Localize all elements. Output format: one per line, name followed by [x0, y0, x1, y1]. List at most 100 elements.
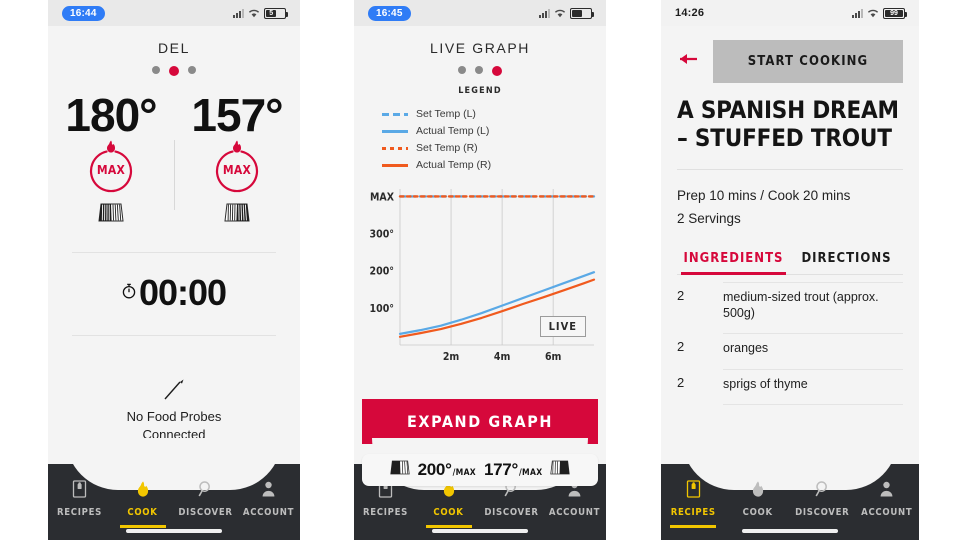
- zone-left-dial-label: MAX: [96, 163, 126, 177]
- nav-item-cook[interactable]: COOK: [417, 464, 480, 528]
- status-bar: 16:45: [354, 0, 606, 26]
- home-indicator: [432, 529, 528, 533]
- page-indicator[interactable]: [48, 66, 300, 76]
- recipe-screen-body: START COOKING A SPANISH DREAM – STUFFED …: [661, 26, 919, 540]
- svg-text:100°: 100°: [370, 303, 394, 315]
- tab-directions[interactable]: DIRECTIONS: [790, 251, 903, 274]
- nav-label-cook: COOK: [433, 507, 464, 518]
- live-graph-body: LIVE GRAPH LEGEND Set Temp (L) Actual Te…: [354, 26, 606, 540]
- svg-text:4m: 4m: [494, 351, 511, 363]
- legend-item: Actual Temp (L): [382, 125, 606, 137]
- three-phone-screenshot: 16:44 5 DEL 180° MAX 157° MAX 00:00 No F…: [0, 0, 960, 540]
- status-bar: 16:44 5: [48, 0, 300, 26]
- live-badge: LIVE: [539, 316, 586, 337]
- nav-underline: [57, 525, 103, 528]
- legend-label: Actual Temp (R): [416, 159, 492, 171]
- mini-temp-left-suffix: /MAX: [452, 468, 476, 478]
- tab-ingredients[interactable]: INGREDIENTS: [677, 251, 790, 275]
- nav-item-account[interactable]: ACCOUNT: [855, 480, 920, 528]
- nav-item-recipes[interactable]: RECIPES: [48, 480, 111, 528]
- nav-item-account[interactable]: ACCOUNT: [237, 480, 300, 528]
- live-temperature-chart[interactable]: 100° 200° 300° MAX 2m 4m 6m LIVE: [360, 181, 600, 381]
- recipe-tabs: INGREDIENTS DIRECTIONS: [677, 251, 903, 275]
- page-title: LIVE GRAPH: [429, 40, 531, 56]
- nav-label-cook: COOK: [742, 507, 773, 518]
- battery-icon: [570, 7, 594, 19]
- recipe-servings: 2 Servings: [677, 211, 741, 227]
- nav-underline: [246, 525, 292, 528]
- stopwatch-icon: [122, 283, 136, 304]
- page-title: DEL: [157, 40, 191, 56]
- status-indicators: [539, 7, 594, 19]
- wifi-icon: [554, 9, 566, 18]
- nav-label-account: ACCOUNT: [548, 507, 601, 518]
- food-probe-line1: No Food Probes: [126, 409, 222, 424]
- timer-value: 00:00: [138, 272, 227, 313]
- recipe-title: A SPANISH DREAM – STUFFED TROUT: [677, 96, 899, 152]
- mini-temp-left: 200°: [417, 460, 452, 479]
- mini-temp-right-suffix: /MAX: [518, 468, 543, 478]
- nav-label-discover: DISCOVER: [484, 507, 539, 518]
- temperature-zones: 180° MAX 157° MAX: [48, 92, 300, 252]
- food-probe-status[interactable]: No Food Probes Connected: [48, 336, 300, 443]
- nav-item-discover[interactable]: DISCOVER: [174, 480, 237, 528]
- back-arrow-icon[interactable]: [677, 51, 699, 72]
- home-indicator: [126, 529, 222, 533]
- nav-item-discover[interactable]: DISCOVER: [790, 480, 855, 528]
- page-dot[interactable]: [458, 66, 466, 74]
- mini-temperature-status[interactable]: 200° /MAX 177° /MAX: [362, 454, 598, 486]
- nav-label-account: ACCOUNT: [861, 507, 913, 518]
- bottom-navigation: RECIPES COOK DISCOVER ACCOUNT: [48, 438, 300, 540]
- recipe-book-icon: [72, 480, 87, 503]
- grill-zone-left-icon: [98, 203, 124, 227]
- nav-underline: [363, 525, 409, 528]
- svg-text:300°: 300°: [370, 229, 394, 241]
- nav-item-discover[interactable]: DISCOVER: [480, 480, 543, 528]
- zone-left-max-dial[interactable]: MAX: [88, 140, 134, 193]
- nav-underline: [183, 525, 229, 528]
- grill-zone-right-icon: [550, 460, 571, 480]
- nav-item-account[interactable]: ACCOUNT: [543, 480, 606, 528]
- nav-underline: [864, 525, 910, 528]
- page-indicator[interactable]: [354, 66, 606, 76]
- nav-item-cook[interactable]: COOK: [726, 480, 791, 528]
- recipe-divider: [677, 168, 903, 170]
- cook-screen-body: DEL 180° MAX 157° MAX 00:00 No Food Prob…: [48, 26, 300, 540]
- legend-heading: LEGEND: [458, 86, 502, 96]
- zone-divider: [174, 140, 175, 210]
- nav-item-recipes[interactable]: RECIPES: [661, 464, 726, 528]
- home-indicator: [742, 529, 838, 533]
- cook-timer[interactable]: 00:00: [48, 253, 300, 335]
- battery-icon: 5: [264, 7, 288, 19]
- zone-right-max-dial[interactable]: MAX: [214, 140, 260, 193]
- legend-item: Actual Temp (R): [382, 159, 606, 171]
- legend-swatch-actual-temp-right: [382, 163, 408, 167]
- page-dot[interactable]: [475, 66, 483, 74]
- nav-label-account: ACCOUNT: [242, 507, 295, 518]
- page-dot-active[interactable]: [169, 66, 179, 76]
- legend-label: Set Temp (R): [416, 142, 478, 154]
- battery-level: 5: [269, 9, 274, 17]
- nav-label-discover: DISCOVER: [795, 507, 850, 518]
- page-dot[interactable]: [152, 66, 160, 74]
- zone-right[interactable]: 157° MAX: [174, 92, 300, 252]
- cellular-signal-icon: [233, 8, 244, 18]
- zone-left[interactable]: 180° MAX: [48, 92, 174, 252]
- ingredient-row-partial: [677, 401, 903, 420]
- nav-underline: [735, 525, 781, 528]
- wifi-icon: [248, 9, 260, 18]
- page-dot-active[interactable]: [492, 66, 502, 76]
- page-dot[interactable]: [188, 66, 196, 74]
- nav-underline: [425, 525, 472, 528]
- recipe-book-icon: [686, 480, 701, 503]
- ingredient-name: sprigs of thyme: [723, 368, 903, 392]
- nav-item-recipes[interactable]: RECIPES: [354, 480, 417, 528]
- recipe-prep-cook-time: Prep 10 mins / Cook 20 mins: [677, 187, 851, 203]
- status-clock: 16:44: [62, 5, 105, 21]
- ingredient-row: 2 oranges: [677, 330, 903, 365]
- legend-label: Set Temp (L): [416, 108, 476, 120]
- start-cooking-button[interactable]: START COOKING: [713, 40, 903, 83]
- svg-text:2m: 2m: [443, 351, 460, 363]
- nav-item-cook[interactable]: COOK: [111, 464, 174, 528]
- nav-label-recipes: RECIPES: [56, 507, 103, 518]
